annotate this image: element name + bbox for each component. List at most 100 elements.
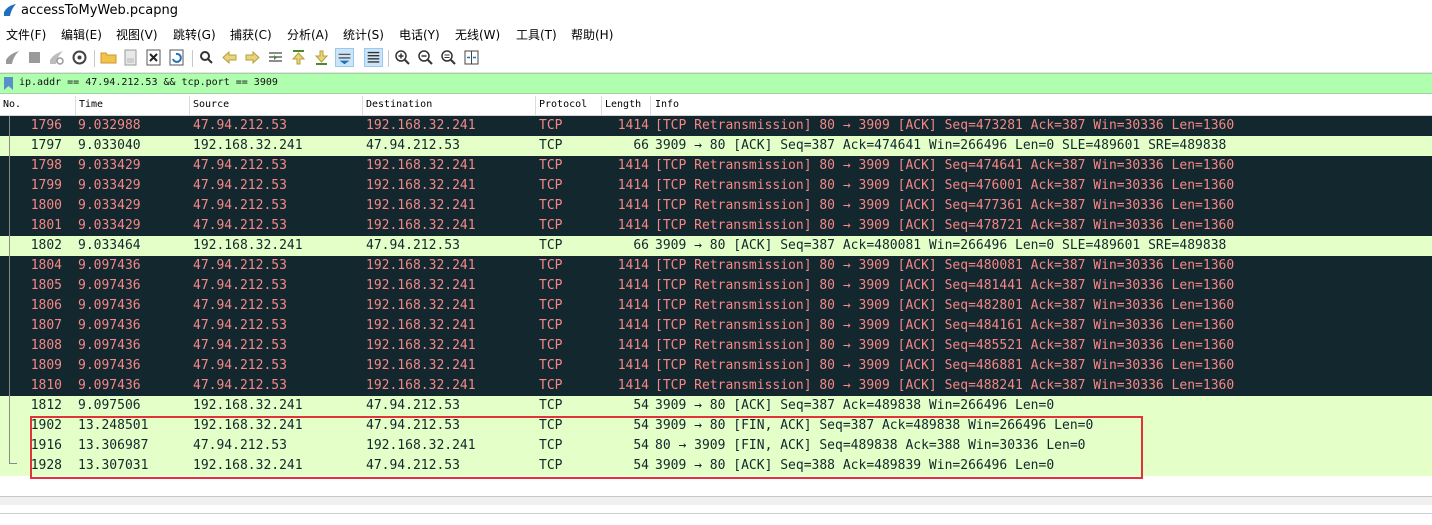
horizontal-scrollbar[interactable] — [0, 496, 1432, 505]
start-capture-icon[interactable] — [3, 48, 22, 67]
packet-row[interactable]: 1802 9.033464 192.168.32.241 47.94.212.53 TC… — [0, 236, 1432, 256]
column-length[interactable]: Length — [605, 99, 641, 110]
packet-length: 1414 — [617, 258, 649, 273]
menu-statistics[interactable]: 统计(S) — [343, 26, 384, 43]
packet-row[interactable]: 1808 9.097436 47.94.212.53 192.168.32.241 TC… — [0, 336, 1432, 356]
menu-capture[interactable]: 捕获(C) — [230, 26, 272, 43]
packet-row[interactable]: 1805 9.097436 47.94.212.53 192.168.32.241 TC… — [0, 276, 1432, 296]
menu-telephony[interactable]: 电话(Y) — [399, 26, 440, 43]
packet-source: 47.94.212.53 — [193, 178, 287, 193]
packet-protocol: TCP — [539, 358, 563, 373]
zoom-in-icon[interactable] — [393, 48, 412, 67]
reload-file-icon[interactable] — [167, 48, 186, 67]
go-back-icon[interactable] — [220, 48, 239, 67]
packet-row[interactable]: 1800 9.033429 47.94.212.53 192.168.32.241 TC… — [0, 196, 1432, 216]
packet-source: 47.94.212.53 — [193, 298, 287, 313]
column-destination[interactable]: Destination — [366, 99, 432, 110]
packet-destination: 47.94.212.53 — [366, 458, 460, 473]
packet-time: 9.097506 — [78, 398, 141, 413]
first-packet-icon[interactable] — [289, 48, 308, 67]
packet-row[interactable]: 1799 9.033429 47.94.212.53 192.168.32.241 TC… — [0, 176, 1432, 196]
column-time[interactable]: Time — [79, 99, 103, 110]
column-protocol[interactable]: Protocol — [539, 99, 587, 110]
packet-row[interactable]: 1810 9.097436 47.94.212.53 192.168.32.241 TC… — [0, 376, 1432, 396]
menu-tools[interactable]: 工具(T) — [516, 26, 557, 43]
packet-row[interactable]: 1812 9.097506 192.168.32.241 47.94.212.53 TC… — [0, 396, 1432, 416]
packet-row[interactable]: 1928 13.307031 192.168.32.241 47.94.212.53 T… — [0, 456, 1432, 476]
packet-row[interactable]: 1902 13.248501 192.168.32.241 47.94.212.53 T… — [0, 416, 1432, 436]
column-source[interactable]: Source — [193, 99, 229, 110]
stop-capture-icon[interactable] — [25, 48, 44, 67]
packet-row[interactable]: 1809 9.097436 47.94.212.53 192.168.32.241 TC… — [0, 356, 1432, 376]
menu-bar: 文件(F) 编辑(E) 视图(V) 跳转(G) 捕获(C) 分析(A) 统计(S… — [0, 23, 1432, 44]
packet-protocol: TCP — [539, 458, 563, 473]
capture-options-icon[interactable] — [70, 48, 89, 67]
packet-info: [TCP Retransmission] 80 → 3909 [ACK] Seq… — [655, 358, 1235, 373]
packet-destination: 192.168.32.241 — [366, 158, 476, 173]
autoscroll-icon[interactable] — [335, 48, 354, 67]
colorize-packets-icon[interactable] — [364, 48, 383, 67]
packet-info: [TCP Retransmission] 80 → 3909 [ACK] Seq… — [655, 158, 1235, 173]
packet-length: 1414 — [617, 298, 649, 313]
packet-row[interactable]: 1796 9.032988 47.94.212.53 192.168.32.241 TC… — [0, 116, 1432, 136]
packet-details-pane — [0, 513, 1432, 525]
packet-time: 9.033429 — [78, 218, 141, 233]
menu-view[interactable]: 视图(V) — [116, 26, 158, 43]
packet-protocol: TCP — [539, 158, 563, 173]
packet-row[interactable]: 1807 9.097436 47.94.212.53 192.168.32.241 TC… — [0, 316, 1432, 336]
packet-info: 3909 → 80 [ACK] Seq=387 Ack=480081 Win=2… — [655, 238, 1227, 253]
display-filter-input[interactable]: ip.addr == 47.94.212.53 && tcp.port == 3… — [19, 77, 278, 88]
menu-go[interactable]: 跳转(G) — [173, 26, 216, 43]
save-file-icon[interactable] — [121, 48, 140, 67]
resize-columns-icon[interactable] — [462, 48, 481, 67]
packet-protocol: TCP — [539, 338, 563, 353]
packet-source: 47.94.212.53 — [193, 338, 287, 353]
packet-time: 13.307031 — [78, 458, 149, 473]
packet-source: 47.94.212.53 — [193, 358, 287, 373]
menu-analyze[interactable]: 分析(A) — [287, 26, 329, 43]
packet-length: 1414 — [617, 338, 649, 353]
menu-help[interactable]: 帮助(H) — [571, 26, 613, 43]
last-packet-icon[interactable] — [312, 48, 331, 67]
packet-source: 192.168.32.241 — [193, 418, 303, 433]
menu-edit[interactable]: 编辑(E) — [61, 26, 102, 43]
packet-time: 9.097436 — [78, 358, 141, 373]
packet-length: 54 — [633, 458, 649, 473]
menu-wireless[interactable]: 无线(W) — [455, 26, 500, 43]
menu-file[interactable]: 文件(F) — [6, 26, 46, 43]
go-to-packet-icon[interactable] — [266, 48, 285, 67]
column-info[interactable]: Info — [655, 99, 679, 110]
wireshark-fin-icon — [4, 4, 16, 16]
packet-row[interactable]: 1806 9.097436 47.94.212.53 192.168.32.241 TC… — [0, 296, 1432, 316]
packet-info: [TCP Retransmission] 80 → 3909 [ACK] Seq… — [655, 278, 1235, 293]
filter-bookmark-icon[interactable] — [4, 77, 13, 90]
packet-length: 1414 — [617, 158, 649, 173]
close-file-icon[interactable] — [144, 48, 163, 67]
packet-row[interactable]: 1801 9.033429 47.94.212.53 192.168.32.241 TC… — [0, 216, 1432, 236]
packet-length: 54 — [633, 398, 649, 413]
packet-row[interactable]: 1804 9.097436 47.94.212.53 192.168.32.241 TC… — [0, 256, 1432, 276]
column-no[interactable]: No. — [3, 99, 21, 110]
open-file-icon[interactable] — [99, 48, 118, 67]
packet-row[interactable]: 1797 9.033040 192.168.32.241 47.94.212.53 TC… — [0, 136, 1432, 156]
packet-length: 54 — [633, 418, 649, 433]
packet-destination: 192.168.32.241 — [366, 218, 476, 233]
normal-size-icon[interactable] — [439, 48, 458, 67]
packet-row[interactable]: 1916 13.306987 47.94.212.53 192.168.32.241 T… — [0, 436, 1432, 456]
packet-protocol: TCP — [539, 218, 563, 233]
packet-destination: 192.168.32.241 — [366, 198, 476, 213]
packet-protocol: TCP — [539, 198, 563, 213]
packet-length: 1414 — [617, 118, 649, 133]
packet-length: 1414 — [617, 178, 649, 193]
find-packet-icon[interactable] — [197, 48, 216, 67]
go-forward-icon[interactable] — [243, 48, 262, 67]
packet-source: 47.94.212.53 — [193, 378, 287, 393]
packet-protocol: TCP — [539, 118, 563, 133]
packet-info: [TCP Retransmission] 80 → 3909 [ACK] Seq… — [655, 298, 1235, 313]
packet-row[interactable]: 1798 9.033429 47.94.212.53 192.168.32.241 TC… — [0, 156, 1432, 176]
packet-time: 9.033040 — [78, 138, 141, 153]
conversation-tree-end — [9, 463, 17, 464]
restart-capture-icon[interactable] — [47, 48, 66, 67]
zoom-out-icon[interactable] — [416, 48, 435, 67]
packet-time: 13.306987 — [78, 438, 149, 453]
